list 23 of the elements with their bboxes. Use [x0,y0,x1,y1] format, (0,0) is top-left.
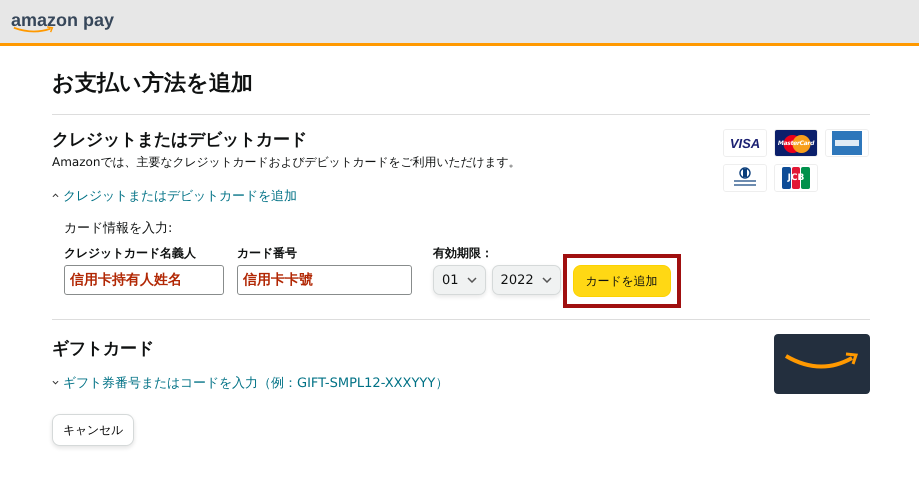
add-card-button[interactable]: カードを追加 [572,265,671,297]
visa-logo: VISA [723,129,767,157]
chevron-icon [466,277,477,283]
chevron-icon [52,380,59,385]
diners-logo-icon [723,164,767,192]
gift-card-icon [774,334,870,394]
year-dropdown[interactable]: 2022 [492,265,561,295]
chevron-icon [52,192,59,198]
add-card-link[interactable]: クレジットまたはデビットカードを追加 [52,187,520,205]
amex-logo-icon [825,129,869,157]
section-heading: クレジットまたはデビットカード [52,129,308,151]
cancel-button[interactable]: キャンセル [52,414,134,446]
chevron-icon [542,277,552,283]
gift-code-link[interactable]: ギフト券番号またはコードを入力（例：GIFT-SMPL12-XXXYYY） [52,374,448,392]
month-dropdown[interactable]: 01 [433,265,486,295]
field-label: クレジットカード名義人 [64,245,197,262]
section-heading: ギフトカード [52,338,155,360]
field-label: カード番号 [237,245,298,262]
page-title: お支払い方法を追加 [52,70,254,98]
form-prompt: カード情報を入力: [64,220,174,237]
field-label: 有効期限： [433,245,494,262]
amazon-pay-logo: amazon pay [11,10,114,32]
description-text: Amazonでは、主要なクレジットカードおよびデビットカードをご利用いただけます。 [52,154,520,171]
